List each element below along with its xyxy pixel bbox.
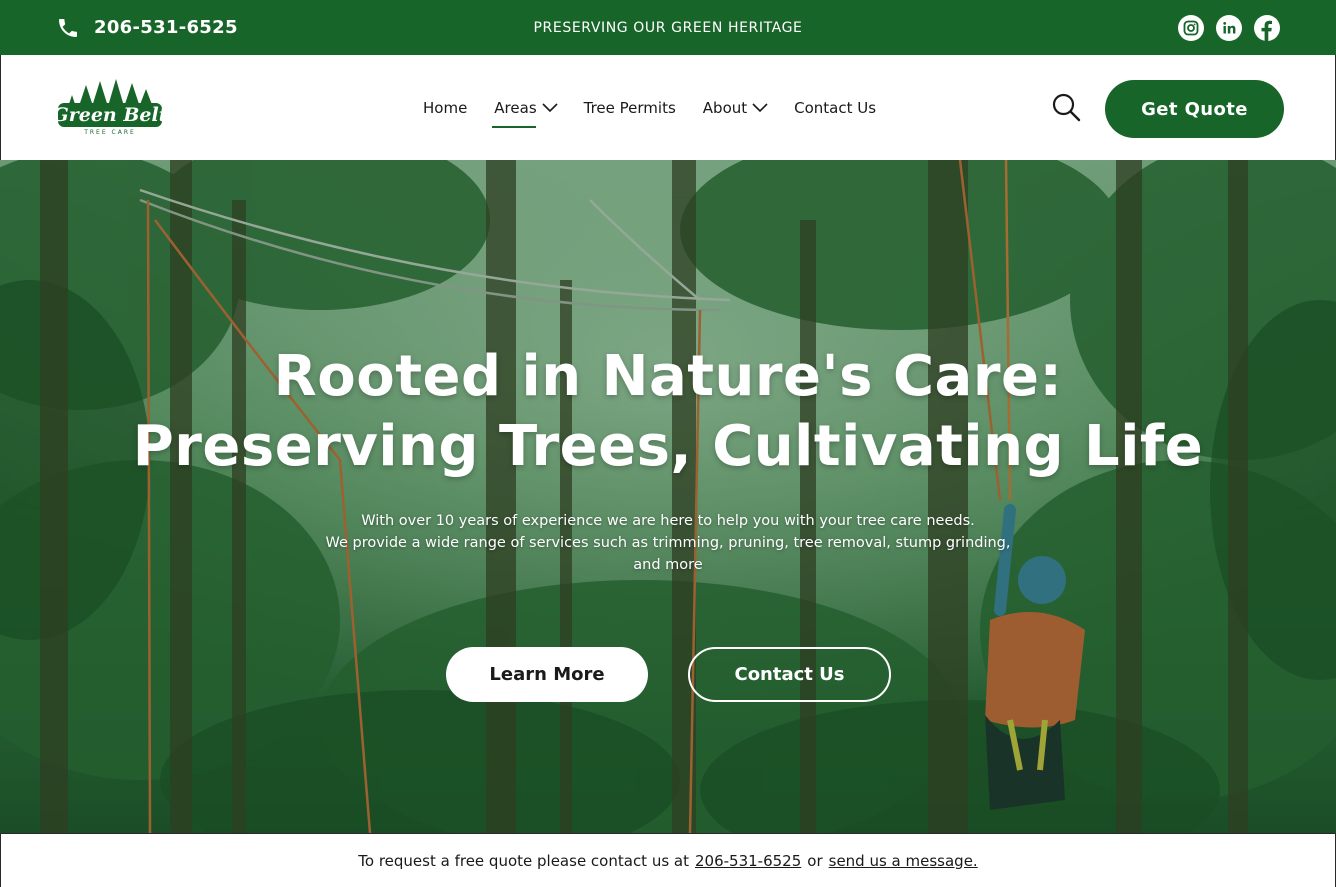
phone-number[interactable]: 206-531-6525 bbox=[94, 17, 238, 38]
chevron-down-icon bbox=[542, 102, 558, 112]
nav-about[interactable]: About bbox=[703, 93, 768, 123]
contact-us-button[interactable]: Contact Us bbox=[688, 647, 891, 702]
quote-request-bar: To request a free quote please contact u… bbox=[0, 833, 1336, 887]
learn-more-button[interactable]: Learn More bbox=[446, 647, 648, 702]
nav-home[interactable]: Home bbox=[423, 93, 467, 123]
nav-about-label: About bbox=[702, 98, 748, 117]
hero-desc-line2: We provide a wide range of services such… bbox=[325, 535, 1011, 551]
chevron-down-icon bbox=[752, 102, 768, 112]
nav-tree-permits[interactable]: Tree Permits bbox=[584, 93, 676, 123]
instagram-icon[interactable] bbox=[1178, 14, 1204, 41]
phone-icon bbox=[59, 18, 77, 37]
nav-home-label: Home bbox=[423, 98, 468, 117]
hero-title-line2: Preserving Trees, Cultivating Life bbox=[132, 414, 1204, 479]
quote-request-or: or bbox=[807, 851, 823, 870]
green-belt-logo[interactable]: Green Belt TREE CARE bbox=[56, 77, 164, 137]
social-links bbox=[1178, 0, 1280, 55]
nav-contact[interactable]: Contact Us bbox=[794, 93, 876, 123]
forest-background-image bbox=[0, 160, 1336, 833]
linkedin-icon[interactable] bbox=[1216, 14, 1242, 41]
logo-text: Green Belt bbox=[56, 104, 164, 126]
main-header: Green Belt TREE CARE Home Areas Tree Per… bbox=[0, 55, 1336, 160]
nav-areas-label: Areas bbox=[494, 98, 537, 117]
hero-title: Rooted in Nature's Care: Preserving Tree… bbox=[0, 342, 1336, 482]
hero-section: Rooted in Nature's Care: Preserving Tree… bbox=[0, 160, 1336, 833]
nav-tree-permits-label: Tree Permits bbox=[583, 98, 676, 117]
hero-desc-line1: With over 10 years of experience we are … bbox=[361, 513, 975, 529]
bottom-phone-link[interactable]: 206-531-6525 bbox=[695, 852, 801, 870]
hero-title-line1: Rooted in Nature's Care: bbox=[273, 344, 1063, 409]
send-message-link[interactable]: send us a message. bbox=[829, 852, 978, 870]
nav-contact-label: Contact Us bbox=[794, 98, 877, 117]
phone-link[interactable]: 206-531-6525 bbox=[56, 0, 238, 55]
get-quote-button[interactable]: Get Quote bbox=[1105, 80, 1284, 138]
logo-subtext: TREE CARE bbox=[83, 129, 136, 136]
facebook-icon[interactable] bbox=[1254, 14, 1280, 41]
hero-description: With over 10 years of experience we are … bbox=[268, 510, 1068, 576]
main-nav: Home Areas Tree Permits About Contact Us bbox=[423, 55, 876, 160]
search-icon[interactable] bbox=[1051, 92, 1081, 122]
quote-request-text: To request a free quote please contact u… bbox=[358, 851, 689, 870]
top-bar: 206-531-6525 PRESERVING OUR GREEN HERITA… bbox=[0, 0, 1336, 55]
nav-areas[interactable]: Areas bbox=[492, 93, 558, 128]
hero-desc-line3: and more bbox=[633, 557, 703, 573]
